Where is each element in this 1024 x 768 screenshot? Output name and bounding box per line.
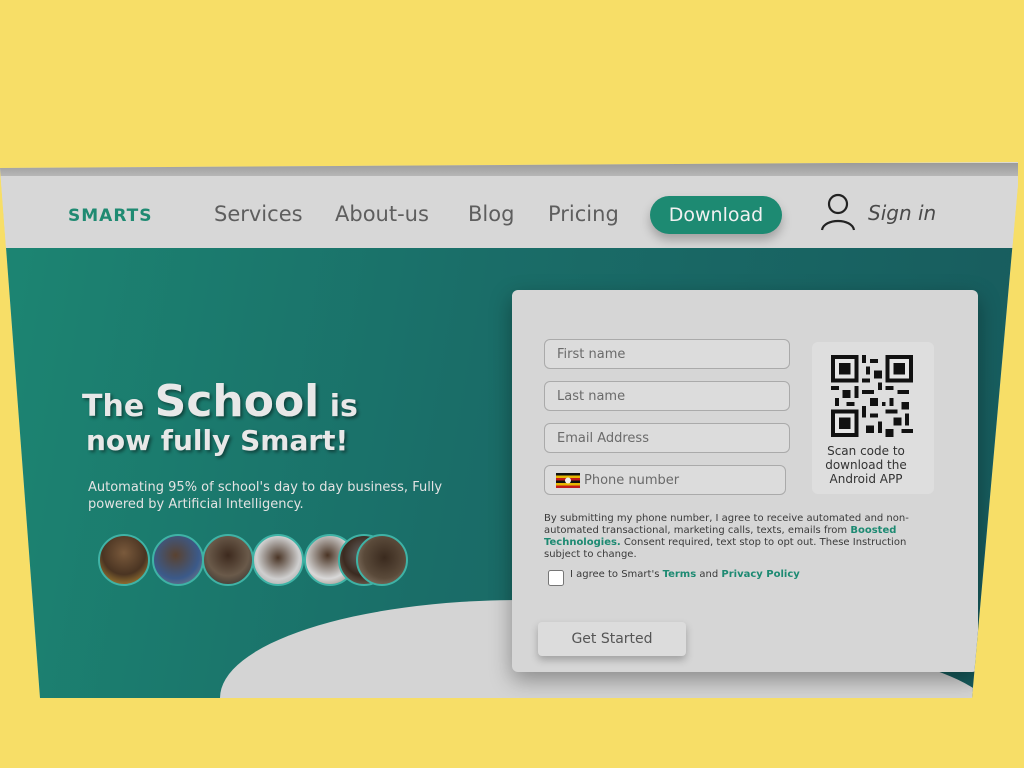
student-avatar [202,534,254,586]
nav-blog[interactable]: Blog [468,202,514,226]
privacy-policy-link[interactable]: Privacy Policy [721,569,799,580]
terms-link[interactable]: Terms [663,569,697,580]
agree-prefix: I agree to Smart's [570,569,660,580]
uganda-flag-icon[interactable] [556,473,580,488]
website-screen: SMARTS Services About-us Blog Pricing Do… [0,162,1018,698]
screen-bezel [0,163,1018,177]
qr-code [831,355,913,437]
hero-headline-line1: The School is [82,376,358,427]
agree-and: and [699,569,719,580]
download-button[interactable]: Download [650,196,782,234]
hero-headline-line2: now fully Smart! [86,424,349,457]
email-input[interactable] [544,423,790,453]
sign-in-link[interactable]: Sign in [868,201,936,225]
hero-subtext: Automating 95% of school's day to day bu… [88,480,443,512]
first-name-input[interactable] [544,339,790,369]
student-avatar [152,534,204,586]
agree-checkbox[interactable] [548,570,564,586]
student-avatar [98,534,150,586]
qr-caption: Scan code to download the Android APP [825,444,907,486]
last-name-input[interactable] [544,381,790,411]
headline-the: The [82,389,145,424]
consent-text: By submitting my phone number, I agree t… [544,513,918,561]
agree-label: I agree to Smart's Terms and Privacy Pol… [570,569,800,580]
phone-number-input[interactable] [584,467,780,493]
nav-about-us[interactable]: About-us [335,202,429,226]
nav-services[interactable]: Services [214,202,303,226]
headline-school: School [154,376,320,427]
get-started-button[interactable]: Get Started [538,622,686,656]
user-icon[interactable] [820,192,856,232]
student-avatar [356,534,408,586]
nav-pricing[interactable]: Pricing [548,202,619,226]
brand-logo[interactable]: SMARTS [68,206,152,226]
student-avatar [252,534,304,586]
headline-is: is [329,389,358,424]
